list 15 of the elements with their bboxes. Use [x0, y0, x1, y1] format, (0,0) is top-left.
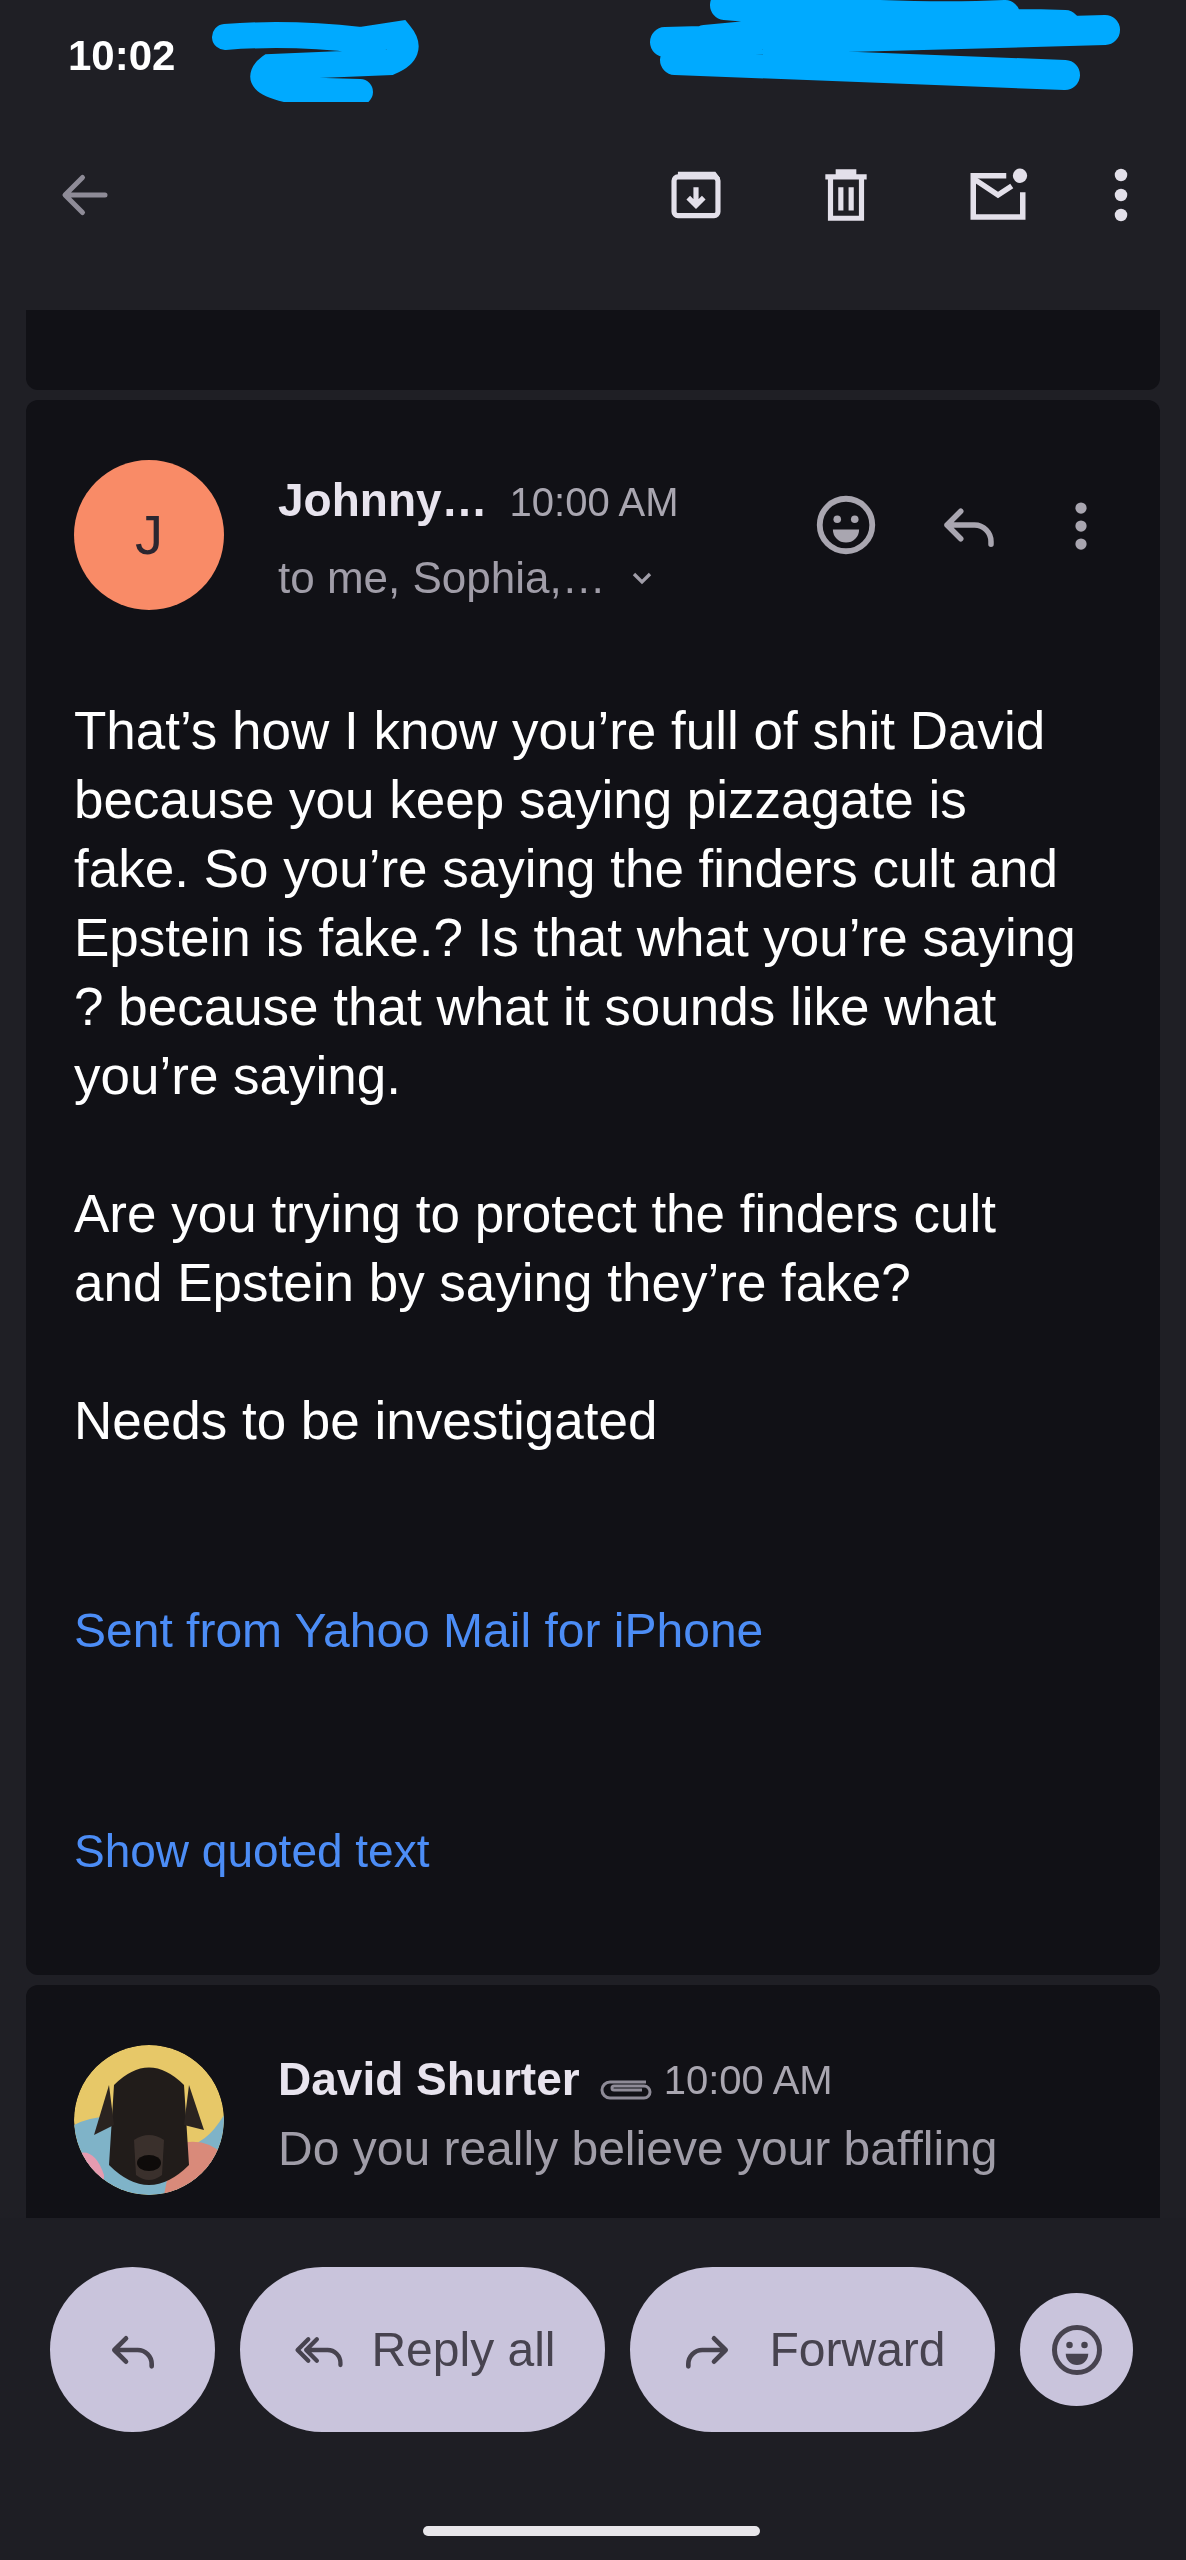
show-quoted-text-link[interactable]: Show quoted text [74, 1817, 430, 1886]
forward-button[interactable]: Forward [630, 2267, 995, 2432]
body-paragraph: That’s how I know you’re full of shit David because you keep saying pizzagate is fake. So you’re saying the finders cult and Epstein is fake.? Is that what you’re saying ? because that what it sounds like what you’re saying. [74, 700, 1077, 1107]
recipients-text: to me, Sophia,… [278, 552, 606, 604]
sender-name: David Shurter [278, 2052, 580, 2107]
sender-name: Johnny… [278, 473, 488, 528]
message-preview: Do you really believe your baffling [278, 2121, 998, 2177]
status-time: 10:02 [68, 30, 176, 81]
body-paragraph: Needs to be investigated [74, 1390, 659, 1452]
reply-all-button[interactable]: Reply all [240, 2267, 605, 2432]
sender-avatar: J [74, 460, 224, 610]
body-paragraph: Are you trying to protect the finders cult and Epstein by saying they’re fake? [74, 1183, 998, 1314]
message-time: 10:00 AM [509, 479, 679, 526]
message-time: 10:00 AM [663, 2056, 833, 2104]
signature-link[interactable]: Sent from Yahoo Mail for iPhone [74, 1595, 764, 1667]
